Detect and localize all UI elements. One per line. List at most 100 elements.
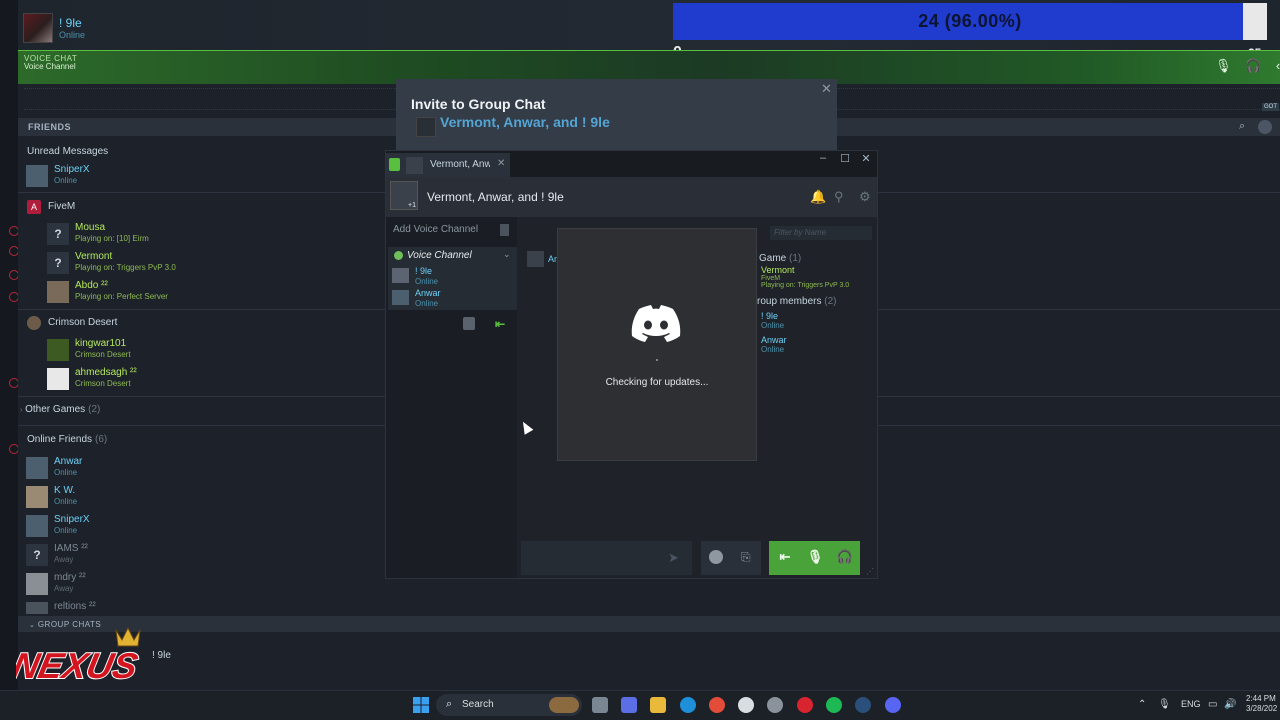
headphones-icon[interactable]: 🎧	[836, 549, 854, 565]
file-explorer-icon[interactable]	[592, 697, 608, 713]
chrome-icon[interactable]	[709, 697, 725, 713]
microphone-icon[interactable]: 🎙	[1215, 58, 1232, 74]
list-item[interactable]: ? Mousa Playing on: [10] Eirm	[47, 221, 347, 247]
group-members-header: roup members (2)	[757, 296, 837, 307]
unread-messages-header[interactable]: Unread Messages	[27, 146, 108, 157]
add-voice-icon[interactable]	[500, 224, 509, 236]
emoji-icon[interactable]	[709, 550, 723, 564]
headphones-icon[interactable]: 🎧	[1245, 58, 1261, 74]
search-icon: ⌕	[446, 698, 453, 710]
app-icon[interactable]	[621, 697, 637, 713]
gear-icon[interactable]: ⚙	[859, 189, 871, 205]
list-item[interactable]: ! 9le Online	[761, 311, 784, 330]
attach-icon[interactable]: ⎘	[741, 550, 751, 565]
avatar[interactable]	[23, 13, 53, 43]
voice-channel-name[interactable]: Voice Channel	[24, 62, 76, 71]
minimize-icon[interactable]: –	[816, 152, 830, 164]
nexus-logo: NEXUS	[16, 626, 142, 687]
settings-icon[interactable]	[463, 317, 475, 330]
list-item[interactable]: Abdo ²² Playing on: Perfect Server	[47, 279, 347, 305]
send-icon[interactable]: ➤	[668, 550, 679, 566]
leave-voice-icon[interactable]: ⇤	[495, 317, 505, 331]
chat-tab-label[interactable]: Vermont, Anw	[430, 159, 490, 170]
list-item[interactable]: mdry ²² Away	[26, 571, 326, 597]
avatar	[26, 515, 48, 537]
avatar	[392, 268, 409, 283]
list-item[interactable]: ? Vermont Playing on: Triggers PvP 3.0	[47, 250, 347, 276]
discord-icon	[631, 305, 681, 342]
user-name[interactable]: ! 9le	[59, 16, 82, 30]
opera-icon[interactable]	[797, 697, 813, 713]
invite-group-names[interactable]: Vermont, Anwar, and ! 9le	[440, 114, 610, 130]
steam-icon[interactable]	[855, 697, 871, 713]
list-item[interactable]: K W. Online	[26, 484, 326, 510]
close-icon[interactable]: ✕	[859, 152, 873, 165]
avatar	[47, 339, 69, 361]
chevron-down-icon[interactable]: ⌄	[503, 249, 511, 260]
edge-icon[interactable]	[680, 697, 696, 713]
add-member-icon[interactable]: ⚲	[834, 189, 844, 205]
avatar	[47, 368, 69, 390]
avatar	[392, 290, 409, 305]
crimson-desert-section-header[interactable]: Crimson Desert	[48, 317, 117, 328]
message-input[interactable]	[521, 541, 692, 575]
avatar	[47, 281, 69, 303]
list-item[interactable]: kingwar101 Crimson Desert	[47, 337, 347, 363]
fivem-section-header[interactable]: FiveM	[48, 201, 75, 212]
maximize-icon[interactable]: ☐	[838, 152, 852, 165]
close-icon[interactable]: ✕	[821, 81, 832, 97]
list-item[interactable]: SniperX Online	[26, 163, 326, 189]
close-tab-icon[interactable]: ✕	[497, 158, 505, 169]
list-item[interactable]: SniperX Online	[26, 513, 326, 539]
language-indicator[interactable]: ENG	[1181, 699, 1201, 709]
network-icon[interactable]: ▭	[1208, 699, 1217, 710]
list-item[interactable]: Vermont FiveM Playing on: Triggers PvP 3…	[761, 265, 849, 289]
list-item[interactable]: reltions ²²	[26, 600, 326, 614]
avatar: ?	[47, 252, 69, 274]
online-friends-header[interactable]: Online Friends (6)	[27, 434, 107, 445]
nexus-logo-text: NEXUS	[16, 645, 141, 686]
group-avatar	[406, 157, 423, 174]
chevron-up-icon[interactable]: ⌃	[1138, 699, 1146, 710]
leave-voice-icon[interactable]: ‹	[1270, 58, 1280, 74]
clock-time: 2:44 PM	[1246, 694, 1276, 703]
search-icon[interactable]: ⌕	[1239, 120, 1245, 133]
list-item[interactable]: Anwar Online	[761, 335, 787, 354]
group-avatar[interactable]: +1	[390, 181, 418, 210]
leave-voice-icon[interactable]: ⇤	[776, 549, 794, 565]
list-item[interactable]: ! 9le Online	[392, 266, 512, 286]
progress-text: 24 (96.00%)	[918, 11, 1022, 31]
avatar[interactable]	[527, 251, 544, 267]
folder-icon[interactable]	[650, 697, 666, 713]
volume-icon[interactable]: 🔊	[1224, 699, 1236, 710]
spotify-icon[interactable]	[826, 697, 842, 713]
voice-channel-name[interactable]: Voice Channel	[407, 250, 472, 261]
other-games-header[interactable]: › Other Games (2)	[20, 404, 100, 415]
add-voice-channel[interactable]: Add Voice Channel	[393, 224, 478, 235]
bell-icon[interactable]: 🔔	[810, 189, 826, 205]
add-friend-icon[interactable]	[1258, 120, 1272, 134]
avatar	[26, 486, 48, 508]
list-item[interactable]: Anwar Online	[26, 455, 326, 481]
list-item[interactable]: ahmedsagh ²² Crimson Desert	[47, 366, 347, 392]
avatar: ?	[47, 223, 69, 245]
friends-title: FRIENDS	[28, 122, 72, 132]
app-icon[interactable]	[738, 697, 754, 713]
chat-title[interactable]: Vermont, Anwar, and ! 9le	[427, 190, 564, 204]
invite-dialog-title: Invite to Group Chat	[411, 96, 546, 112]
avatar	[26, 165, 48, 187]
microphone-icon[interactable]: 🎙	[1158, 699, 1171, 710]
microphone-icon[interactable]: 🎙	[806, 549, 824, 565]
system-clock[interactable]: 2:44 PM 3/28/202	[1246, 694, 1280, 714]
app-icon[interactable]	[767, 697, 783, 713]
group-chats-header[interactable]	[18, 616, 1280, 632]
game-section-header: Game (1)	[759, 253, 802, 264]
list-item[interactable]: ? IAMS ²² Away	[26, 542, 326, 568]
discord-icon[interactable]	[885, 697, 901, 713]
resize-handle[interactable]: ⋰	[866, 567, 874, 576]
list-item[interactable]: Anwar Online	[392, 288, 512, 308]
member-filter-input[interactable]: Filter by Name	[770, 226, 872, 240]
windows-start-icon[interactable]	[413, 697, 429, 713]
loading-indicator	[656, 359, 658, 361]
status-badge: GOT	[1262, 103, 1279, 111]
